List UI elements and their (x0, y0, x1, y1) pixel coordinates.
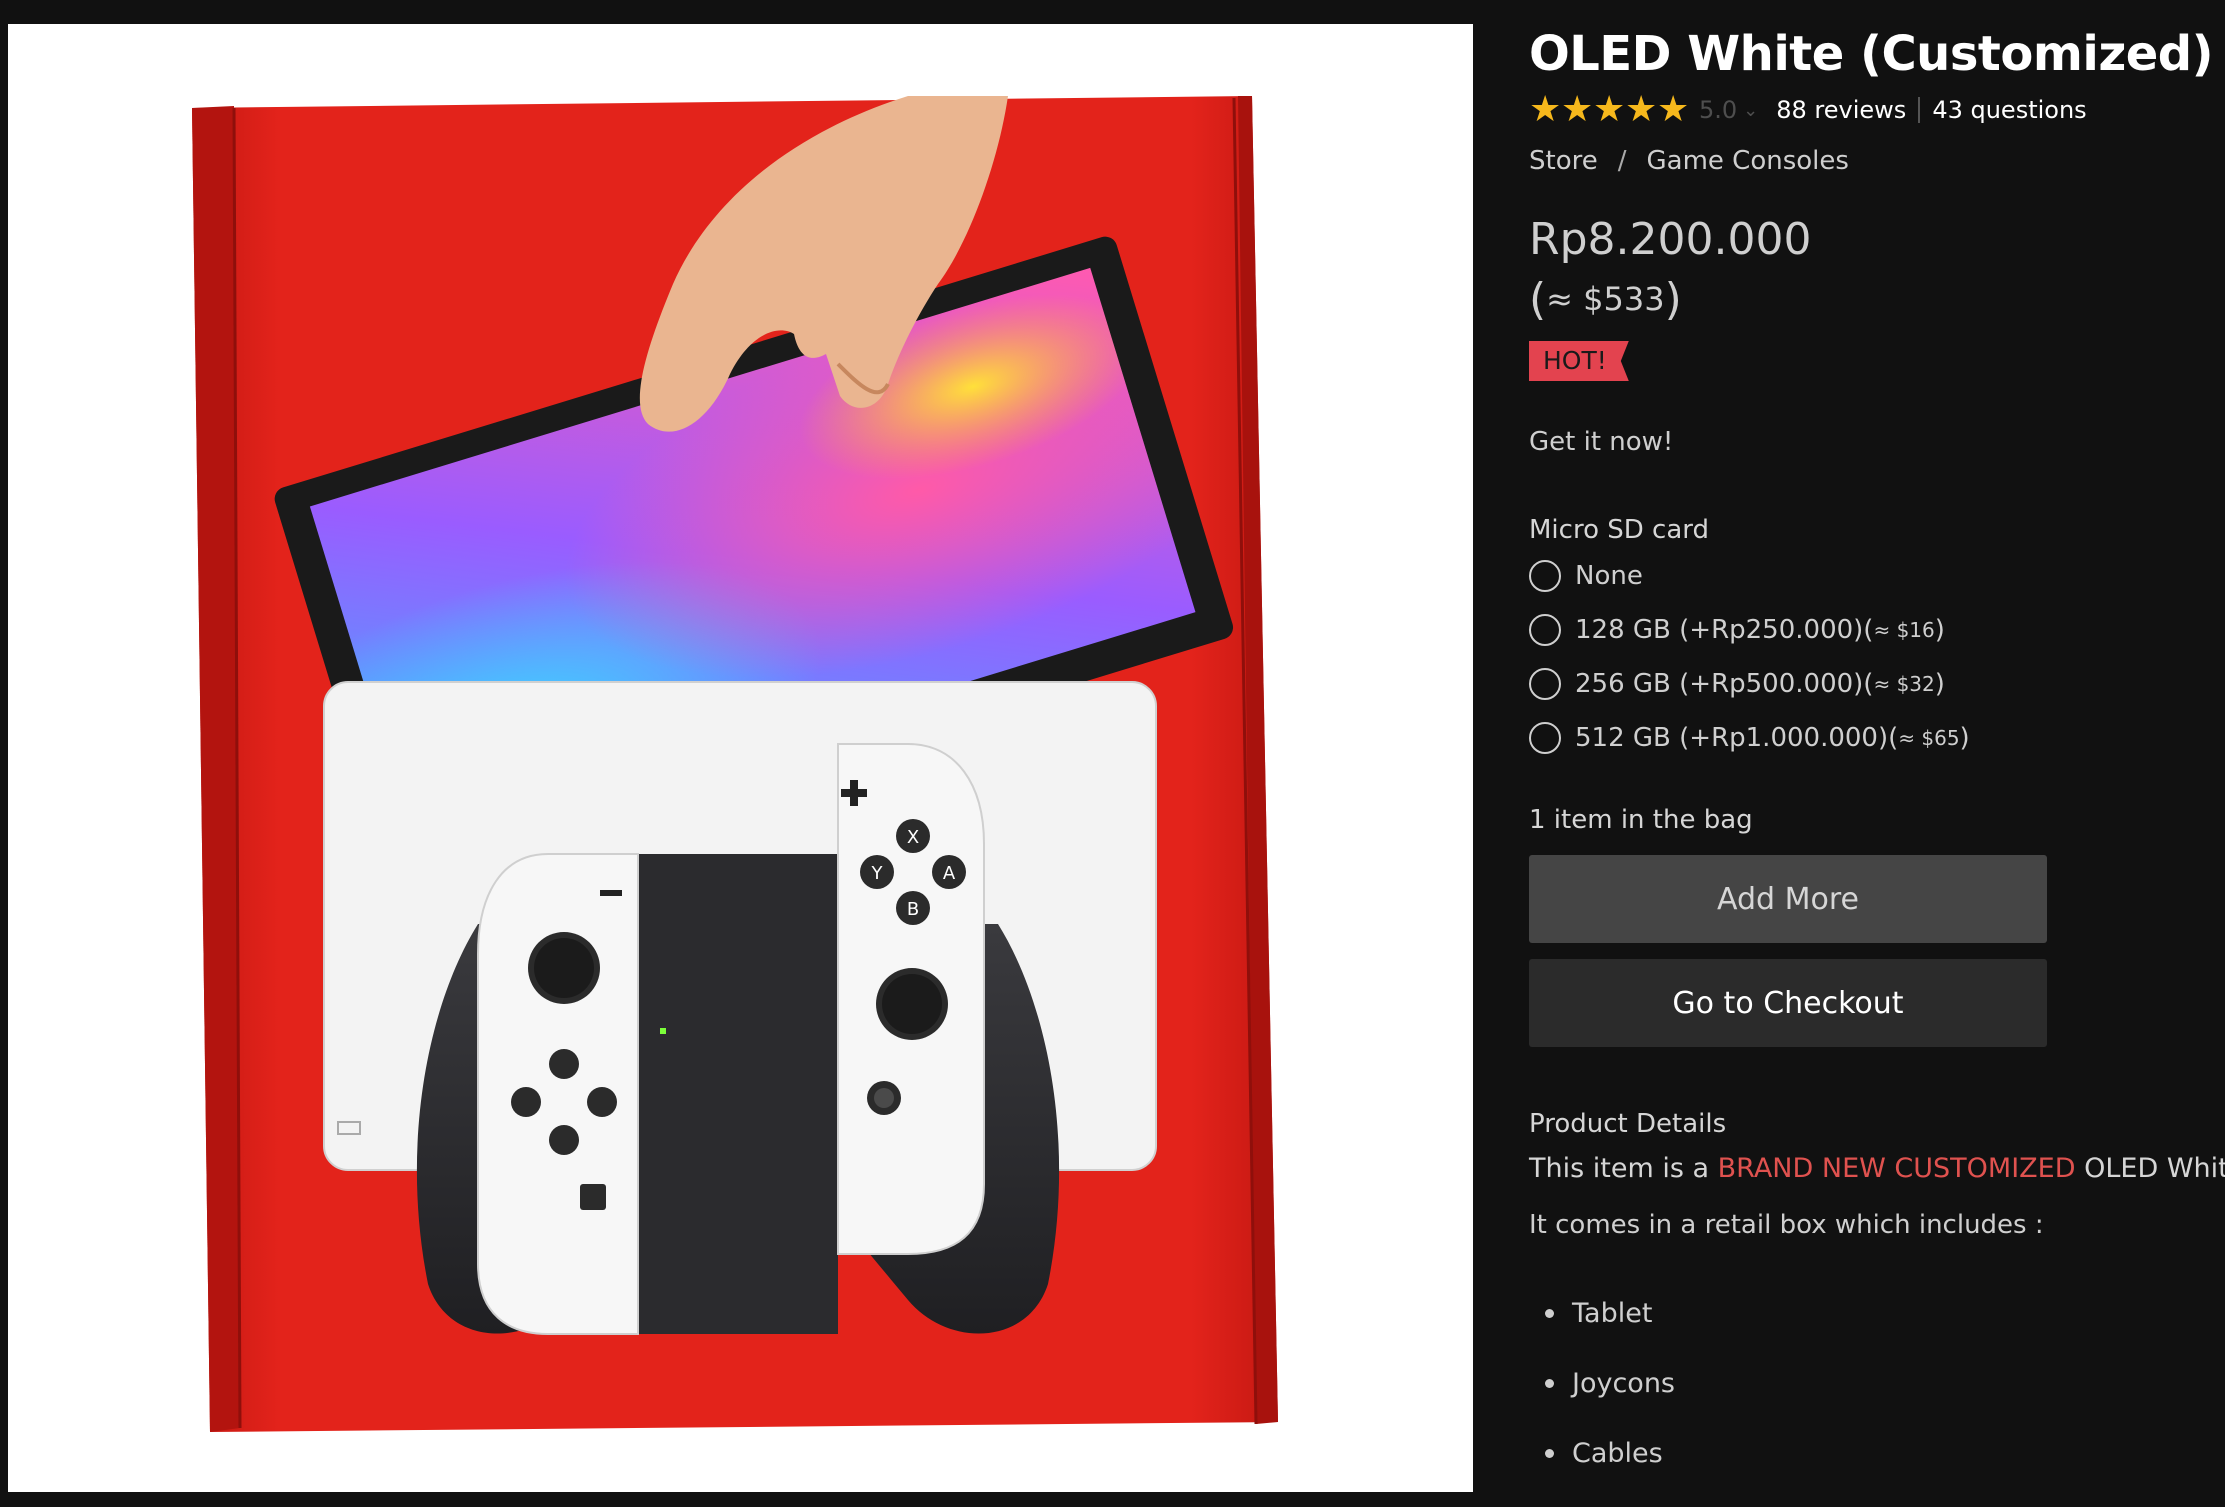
rating-row: ★ ★ ★ ★ ★ 5.0 ⌄ 88 reviews 43 questions (1529, 92, 2219, 128)
product-image[interactable]: X Y A B (8, 24, 1473, 1492)
details-highlight: BRAND NEW CUSTOMIZED (1717, 1153, 2076, 1184)
radio-button[interactable] (1529, 614, 1561, 646)
radio-button[interactable] (1529, 560, 1561, 592)
joycon-a-label: A (943, 863, 956, 884)
included-items-list: Tablet Joycons Cables (1529, 1278, 2219, 1488)
tagline: Get it now! (1529, 427, 1674, 457)
price-usd-open: ( (1529, 274, 1547, 325)
chevron-down-icon[interactable]: ⌄ (1743, 100, 1758, 121)
rating-value: 5.0 (1699, 96, 1738, 124)
switch-oled-box-illustration: X Y A B (192, 96, 1278, 1432)
star-icon: ★ (1657, 89, 1690, 130)
option-close: ) (1934, 669, 1945, 699)
joycon-y-label: Y (871, 863, 884, 884)
breadcrumb-item-game-consoles[interactable]: Game Consoles (1647, 146, 1849, 176)
details-prefix: This item is a (1529, 1153, 1710, 1184)
option-512gb[interactable]: 512 GB (+Rp1.000.000)(≈ $65) (1529, 711, 2219, 765)
breadcrumb: Store / Game Consoles (1529, 146, 2219, 176)
list-item: Joycons (1529, 1348, 2219, 1418)
option-label: 512 GB (+Rp1.000.000)( (1575, 723, 1899, 753)
option-128gb[interactable]: 128 GB (+Rp250.000)(≈ $16) (1529, 603, 2219, 657)
breadcrumb-separator: / (1617, 146, 1627, 176)
option-usd: ≈ $32 (1873, 672, 1935, 696)
list-item: Tablet (1529, 1278, 2219, 1348)
list-item: Cables (1529, 1418, 2219, 1488)
bullet-icon (1545, 1308, 1554, 1318)
reviews-link[interactable]: 88 reviews (1776, 96, 1906, 124)
details-box-contents-intro: It comes in a retail box which includes … (1529, 1210, 2044, 1240)
list-item-label: Joycons (1572, 1367, 1676, 1399)
checkout-button[interactable]: Go to Checkout (1529, 959, 2047, 1047)
option-usd: ≈ $65 (1898, 726, 1960, 750)
option-close: ) (1934, 615, 1945, 645)
star-icon: ★ (1593, 89, 1626, 130)
star-icon: ★ (1625, 89, 1658, 130)
bag-count: 1 item in the bag (1529, 805, 1753, 835)
option-256gb[interactable]: 256 GB (+Rp500.000)(≈ $32) (1529, 657, 2219, 711)
option-label: None (1575, 561, 1643, 591)
list-item-label: Cables (1572, 1437, 1663, 1469)
price-usd-value: ≈ $533 (1546, 280, 1665, 318)
option-none[interactable]: None (1529, 549, 2219, 603)
microsd-options: None 128 GB (+Rp250.000)(≈ $16) 256 GB (… (1529, 549, 2219, 765)
option-group-title: Micro SD card (1529, 515, 1709, 545)
bullet-icon (1545, 1378, 1554, 1388)
hot-badge: HOT! (1529, 341, 1629, 381)
details-title: Product Details (1529, 1109, 1727, 1139)
list-item-label: Tablet (1572, 1297, 1653, 1329)
price-usd-close: ) (1664, 274, 1682, 325)
option-label: 128 GB (+Rp250.000)( (1575, 615, 1874, 645)
bullet-icon (1545, 1448, 1554, 1458)
price-usd: (≈ $533) (1529, 274, 2219, 325)
radio-button[interactable] (1529, 668, 1561, 700)
star-icon: ★ (1561, 89, 1594, 130)
details-description: This item is a BRAND NEW CUSTOMIZED OLED… (1529, 1153, 2225, 1184)
price: Rp8.200.000 (1529, 214, 1812, 265)
joycon-b-label: B (907, 899, 919, 920)
product-info-panel: OLED White (Customized) ★ ★ ★ ★ ★ 5.0 ⌄ … (1529, 22, 2225, 1488)
breadcrumb-item-store[interactable]: Store (1529, 146, 1598, 176)
option-label: 256 GB (+Rp500.000)( (1575, 669, 1874, 699)
add-more-button[interactable]: Add More (1529, 855, 2047, 943)
option-usd: ≈ $16 (1873, 618, 1935, 642)
option-close: ) (1959, 723, 1970, 753)
questions-link[interactable]: 43 questions (1932, 96, 2086, 124)
rating-divider (1918, 97, 1921, 123)
details-suffix: OLED White. (2084, 1153, 2225, 1184)
rating-stars[interactable]: ★ ★ ★ ★ ★ (1529, 92, 1689, 128)
joycon-x-label: X (907, 827, 919, 848)
product-title: OLED White (Customized) (1529, 26, 2214, 82)
star-icon: ★ (1529, 89, 1562, 130)
radio-button[interactable] (1529, 722, 1561, 754)
